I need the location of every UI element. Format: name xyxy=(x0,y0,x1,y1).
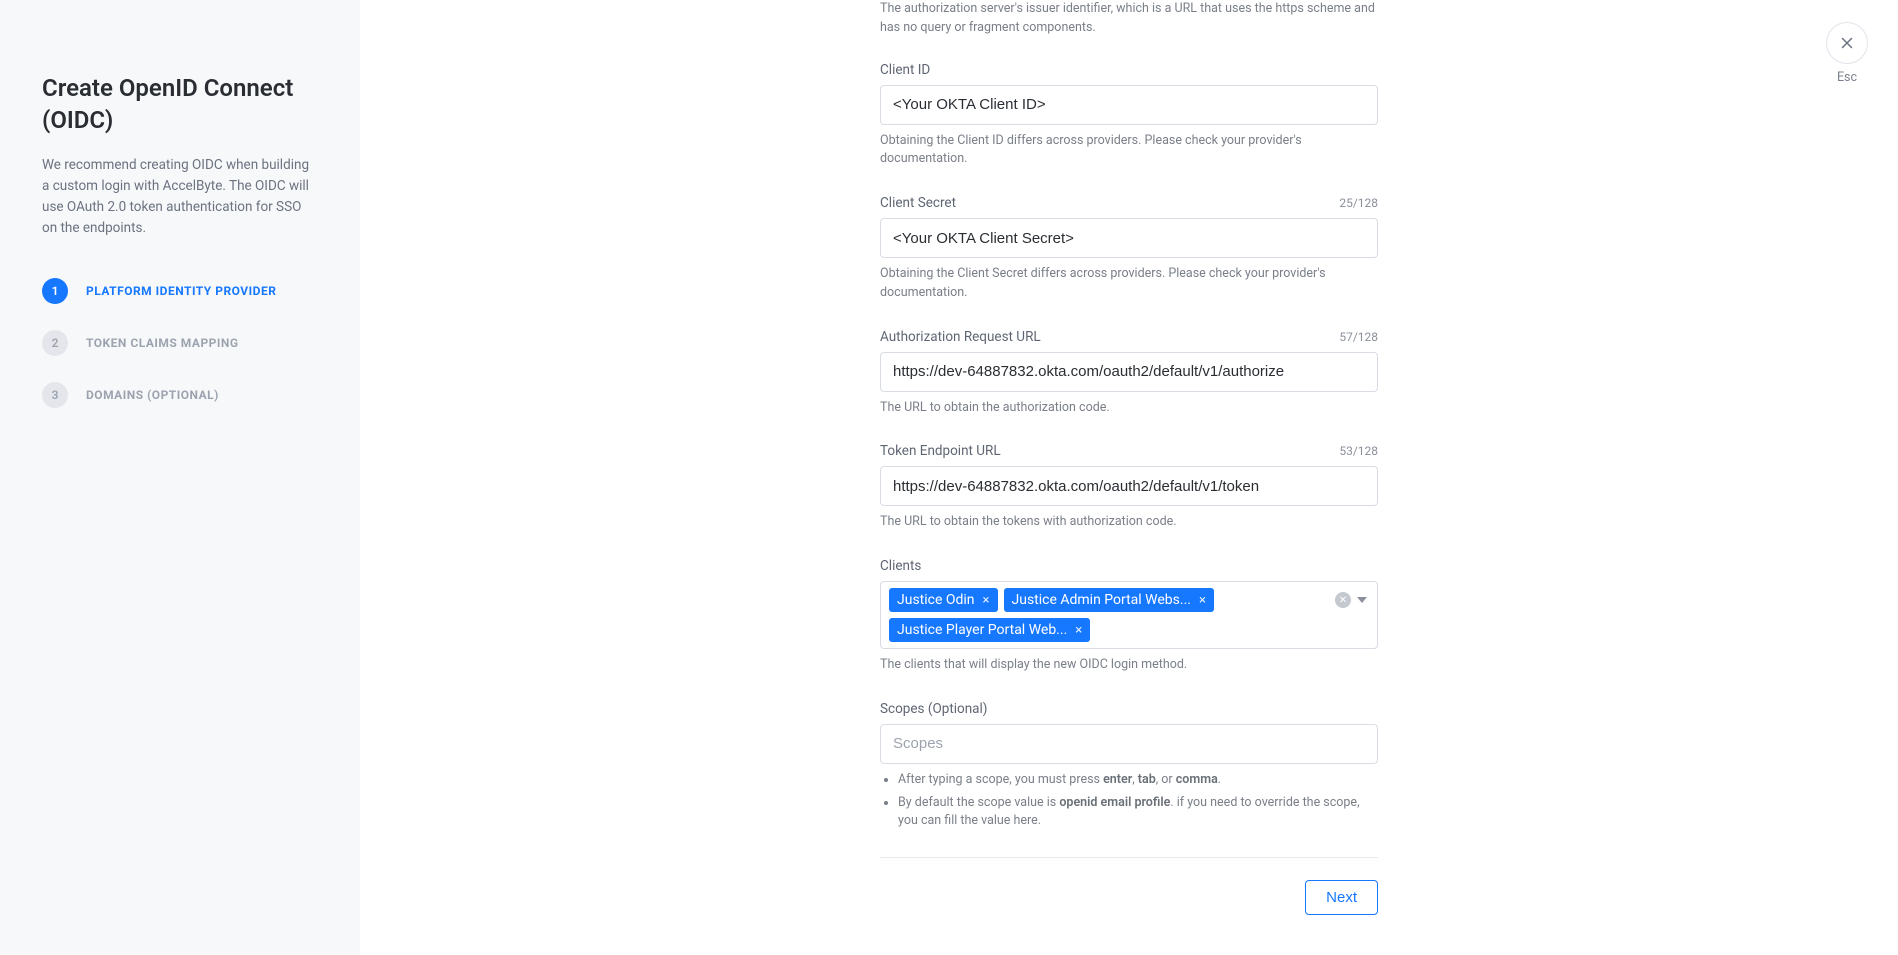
client-id-label: Client ID xyxy=(880,62,930,78)
scopes-input[interactable] xyxy=(880,724,1378,764)
field-token-url: Token Endpoint URL 53/128 The URL to obt… xyxy=(880,443,1378,532)
page-description: We recommend creating OIDC when building… xyxy=(42,155,318,239)
client-tag: Justice Odin × xyxy=(889,588,998,612)
token-url-label: Token Endpoint URL xyxy=(880,443,1001,459)
field-client-id: Client ID Obtaining the Client ID differ… xyxy=(880,62,1378,170)
clients-multiselect[interactable]: Justice Odin × Justice Admin Portal Webs… xyxy=(880,581,1378,649)
close-area: Esc xyxy=(1826,22,1868,85)
close-button[interactable] xyxy=(1826,22,1868,64)
client-secret-label: Client Secret xyxy=(880,195,956,211)
esc-label: Esc xyxy=(1826,70,1868,85)
token-url-count: 53/128 xyxy=(1339,444,1378,458)
page-title: Create OpenID Connect (OIDC) xyxy=(42,72,318,137)
clients-hint: The clients that will display the new OI… xyxy=(880,656,1378,675)
next-button[interactable]: Next xyxy=(1305,880,1378,915)
client-tag-label: Justice Admin Portal Webs... xyxy=(1012,592,1191,608)
field-clients: Clients Justice Odin × Justice Admin Por… xyxy=(880,558,1378,675)
step-domains-optional[interactable]: 3 DOMAINS (OPTIONAL) xyxy=(42,382,318,408)
auth-url-label: Authorization Request URL xyxy=(880,329,1041,345)
issuer-help-text: The authorization server's issuer identi… xyxy=(880,0,1378,38)
step-token-claims-mapping[interactable]: 2 TOKEN CLAIMS MAPPING xyxy=(42,330,318,356)
field-client-secret: Client Secret 25/128 Obtaining the Clien… xyxy=(880,195,1378,303)
client-secret-count: 25/128 xyxy=(1339,196,1378,210)
client-secret-hint: Obtaining the Client Secret differs acro… xyxy=(880,265,1378,303)
scopes-hint: After typing a scope, you must press ent… xyxy=(880,771,1378,831)
step-number: 3 xyxy=(42,382,68,408)
remove-tag-icon[interactable]: × xyxy=(1075,623,1082,638)
client-tag: Justice Admin Portal Webs... × xyxy=(1004,588,1214,612)
field-auth-url: Authorization Request URL 57/128 The URL… xyxy=(880,329,1378,418)
client-tag-label: Justice Player Portal Web... xyxy=(897,622,1067,638)
footer: Next xyxy=(880,880,1378,915)
auth-url-input[interactable] xyxy=(880,352,1378,392)
auth-url-hint: The URL to obtain the authorization code… xyxy=(880,399,1378,418)
step-label: DOMAINS (OPTIONAL) xyxy=(86,388,219,402)
step-number: 1 xyxy=(42,278,68,304)
clear-all-icon[interactable]: ✕ xyxy=(1335,592,1351,608)
client-tag: Justice Player Portal Web... × xyxy=(889,618,1090,642)
field-scopes: Scopes (Optional) After typing a scope, … xyxy=(880,701,1378,831)
main-content: The authorization server's issuer identi… xyxy=(360,0,1898,955)
chevron-down-icon[interactable] xyxy=(1357,597,1367,603)
clients-label: Clients xyxy=(880,558,921,574)
client-tag-label: Justice Odin xyxy=(897,592,975,608)
client-secret-input[interactable] xyxy=(880,218,1378,258)
auth-url-count: 57/128 xyxy=(1339,330,1378,344)
token-url-hint: The URL to obtain the tokens with author… xyxy=(880,513,1378,532)
remove-tag-icon[interactable]: × xyxy=(983,593,990,608)
client-id-input[interactable] xyxy=(880,85,1378,125)
step-number: 2 xyxy=(42,330,68,356)
close-icon xyxy=(1838,34,1856,52)
sidebar: Create OpenID Connect (OIDC) We recommen… xyxy=(0,0,360,955)
client-id-hint: Obtaining the Client ID differs across p… xyxy=(880,132,1378,170)
step-label: PLATFORM IDENTITY PROVIDER xyxy=(86,284,276,298)
token-url-input[interactable] xyxy=(880,466,1378,506)
scopes-label: Scopes (Optional) xyxy=(880,701,988,717)
step-label: TOKEN CLAIMS MAPPING xyxy=(86,336,239,350)
divider xyxy=(880,857,1378,858)
remove-tag-icon[interactable]: × xyxy=(1199,593,1206,608)
step-platform-identity-provider[interactable]: 1 PLATFORM IDENTITY PROVIDER xyxy=(42,278,318,304)
